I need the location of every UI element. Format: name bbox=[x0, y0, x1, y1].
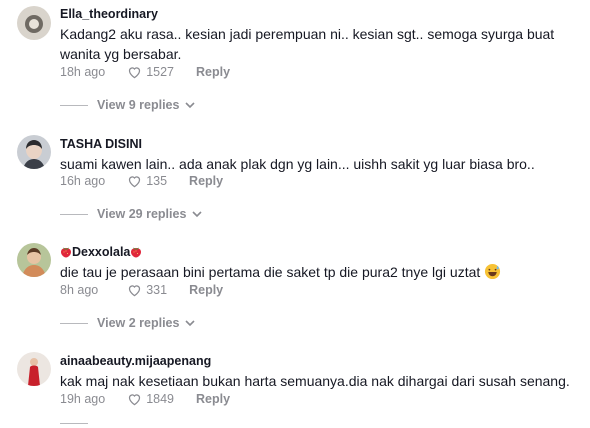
comment-text: die tau je perasaan bini pertama die sak… bbox=[60, 262, 570, 282]
comment-username[interactable]: TASHA DISINI bbox=[60, 137, 142, 151]
like-count: 1849 bbox=[146, 392, 174, 406]
heart-outline-icon bbox=[129, 67, 141, 79]
comment-text: Kadang2 aku rasa.. kesian jadi perempuan… bbox=[60, 26, 555, 62]
comment-username[interactable]: Dexxolala bbox=[60, 245, 142, 259]
like-button[interactable]: 135 bbox=[127, 174, 167, 188]
like-count: 1527 bbox=[146, 65, 174, 79]
comment-text: kak maj nak kesetiaan bukan harta semuan… bbox=[60, 373, 570, 389]
avatar[interactable] bbox=[17, 135, 51, 169]
view-replies-button[interactable]: View 9 replies bbox=[60, 98, 196, 112]
avatar[interactable] bbox=[17, 352, 51, 386]
reply-button[interactable]: Reply bbox=[189, 174, 223, 188]
comment-time: 8h ago bbox=[60, 283, 99, 297]
strawberry-icon bbox=[61, 247, 71, 258]
comment-meta: 18h ago 1527 Reply bbox=[60, 65, 230, 79]
chevron-down-icon bbox=[192, 210, 202, 217]
comment-username[interactable]: Ella_theordinary bbox=[60, 7, 158, 21]
divider bbox=[60, 104, 88, 106]
comment-username[interactable]: ainaabeauty.mijaapenang bbox=[60, 354, 211, 368]
chevron-down-icon bbox=[185, 319, 196, 326]
comment-time: 16h ago bbox=[60, 174, 106, 188]
username-text: Dexxolala bbox=[72, 245, 131, 259]
strawberry-icon bbox=[131, 247, 142, 258]
avatar[interactable] bbox=[17, 6, 51, 40]
like-count: 331 bbox=[146, 283, 168, 297]
view-replies-label: View 2 replies bbox=[97, 316, 180, 330]
like-button[interactable]: 1527 bbox=[127, 65, 174, 79]
view-replies-button-partial[interactable] bbox=[60, 423, 97, 424]
comment-text: suami kawen lain.. ada anak plak dgn yg … bbox=[60, 156, 535, 172]
view-replies-button[interactable]: View 29 replies bbox=[60, 207, 202, 221]
reply-button[interactable]: Reply bbox=[196, 392, 230, 406]
divider bbox=[60, 213, 88, 215]
comment-text-body: die tau je perasaan bini pertama die sak… bbox=[60, 264, 481, 280]
divider bbox=[60, 322, 88, 324]
reply-button[interactable]: Reply bbox=[189, 283, 223, 297]
comment-meta: 16h ago 135 Reply bbox=[60, 174, 223, 188]
comment-time: 18h ago bbox=[60, 65, 106, 79]
grinning-sweat-emoji bbox=[485, 263, 501, 280]
heart-outline-icon bbox=[129, 176, 141, 188]
like-button[interactable]: 1849 bbox=[127, 392, 174, 406]
comment-meta: 19h ago 1849 Reply bbox=[60, 392, 230, 406]
comment-time: 19h ago bbox=[60, 392, 106, 406]
avatar[interactable] bbox=[17, 243, 51, 277]
like-count: 135 bbox=[146, 174, 168, 188]
reply-button[interactable]: Reply bbox=[196, 65, 230, 79]
comment-meta: 8h ago 331 Reply bbox=[60, 283, 223, 297]
heart-outline-icon bbox=[129, 394, 141, 406]
chevron-down-icon bbox=[185, 101, 196, 108]
like-button[interactable]: 331 bbox=[127, 283, 167, 297]
view-replies-label: View 9 replies bbox=[97, 98, 180, 112]
view-replies-button[interactable]: View 2 replies bbox=[60, 316, 196, 330]
heart-outline-icon bbox=[129, 285, 141, 297]
view-replies-label: View 29 replies bbox=[97, 207, 187, 221]
divider bbox=[60, 423, 88, 424]
